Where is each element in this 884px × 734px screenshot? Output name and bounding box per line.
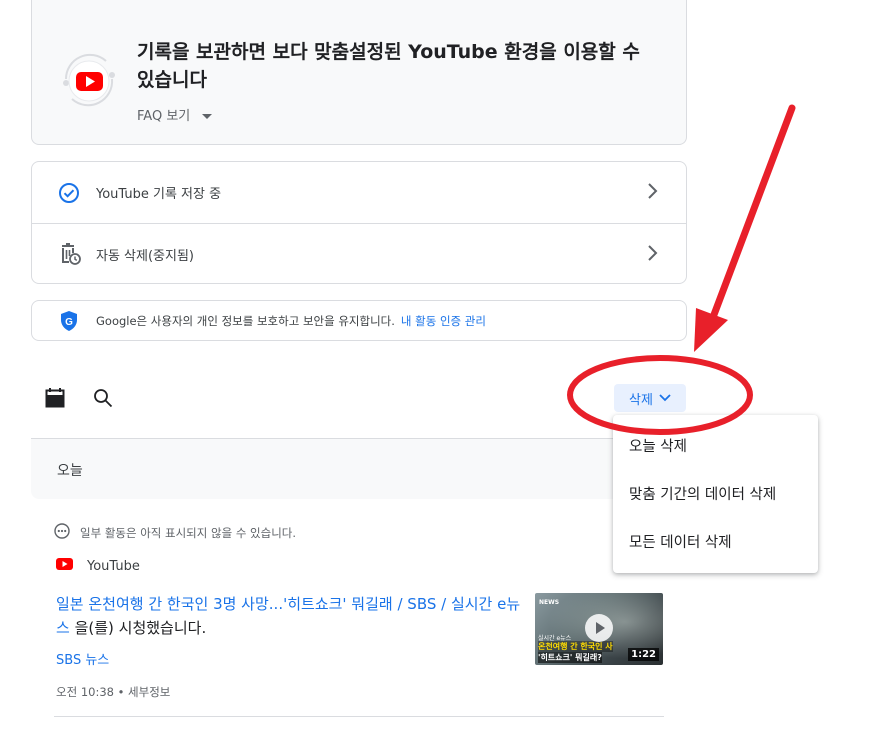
annotation-arrow: [694, 104, 796, 352]
annotation-overlay: [567, 104, 796, 435]
annotation-circle: [567, 355, 753, 435]
